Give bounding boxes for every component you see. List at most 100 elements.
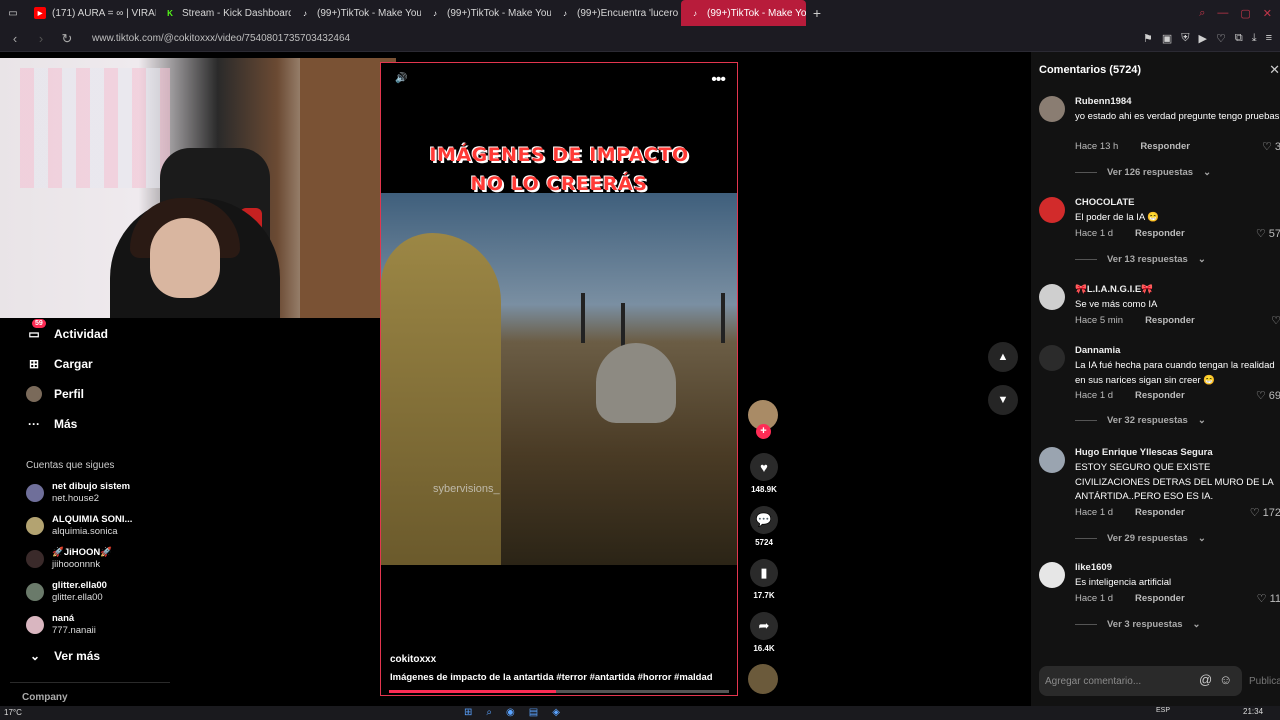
emoji-icon[interactable]: ☺ — [1219, 672, 1232, 687]
follow-plus-icon[interactable]: + — [756, 424, 771, 439]
avatar[interactable] — [1039, 562, 1065, 588]
url-field[interactable]: www.tiktok.com/@cokitoxxx/video/75408017… — [92, 33, 350, 44]
comment-username[interactable]: Hugo Enrique Yllescas Segura — [1075, 447, 1213, 458]
minimize-icon[interactable]: — — [1217, 7, 1228, 20]
mention-icon[interactable]: @ — [1199, 672, 1212, 687]
webcam-face — [150, 218, 220, 298]
volume-icon[interactable]: 🔊 — [395, 73, 407, 84]
comment-like-button[interactable]: ♡ — [1271, 314, 1280, 327]
next-video-button[interactable]: ▼ — [988, 385, 1018, 415]
save-button[interactable]: ▮ 17.7K — [749, 559, 779, 600]
video-more-icon[interactable]: ••• — [711, 71, 726, 89]
share-button[interactable]: ➦ 16.4K — [749, 612, 779, 653]
screenshot-icon[interactable]: ▣ — [1162, 32, 1172, 45]
comment-username[interactable]: like1609 — [1075, 562, 1112, 573]
avatar[interactable] — [1039, 345, 1065, 371]
browser-tab[interactable]: ♪ (99+)TikTok - Make Your — [291, 0, 421, 26]
comment-item: Hugo Enrique Yllescas Segura ESTOY SEGUR… — [1039, 447, 1280, 552]
music-disc[interactable] — [748, 664, 778, 694]
video-description: Imágenes de impacto de la antartida #ter… — [390, 672, 713, 683]
comment-username[interactable]: Dannamia — [1075, 345, 1120, 356]
play-icon[interactable]: ▶ — [1199, 32, 1207, 45]
browser-tab[interactable]: ▶ (171) AURA = ∞ | VIRAL — [26, 0, 156, 26]
avatar — [26, 616, 44, 634]
following-item[interactable]: ALQUIMIA SONI... alquimia.sonica — [26, 514, 132, 538]
following-item[interactable]: glitter.ella00 glitter.ella00 — [26, 580, 107, 604]
reply-button[interactable]: Responder — [1135, 390, 1185, 401]
bookmark-icon[interactable]: ⚑ — [1143, 32, 1153, 45]
view-replies-button[interactable]: Ver 3 respuestas ⌄ — [1075, 619, 1201, 630]
close-icon[interactable]: ✕ — [1269, 62, 1280, 78]
previous-video-button[interactable]: ▲ — [988, 342, 1018, 372]
weather-temp[interactable]: 17°C — [4, 708, 22, 717]
more-icon: ··· — [28, 417, 40, 431]
comment-input[interactable] — [1045, 672, 1190, 690]
shield-icon[interactable]: ⛨ — [1181, 32, 1189, 45]
comment-like-button[interactable]: ♡ 172 — [1250, 506, 1280, 519]
sidebar-item-perfil[interactable]: Perfil — [26, 386, 84, 402]
reply-button[interactable]: Responder — [1135, 228, 1185, 239]
comment-like-button[interactable]: ♡ 57 — [1256, 227, 1280, 240]
video-player[interactable]: IMÁGENES DE IMPACTO NO LO CREERÁS syberv… — [380, 62, 738, 696]
video-progress-bar[interactable] — [389, 690, 729, 693]
browser-tab[interactable]: K Stream - Kick Dashboard — [156, 0, 291, 26]
view-replies-button[interactable]: Ver 32 respuestas ⌄ — [1075, 415, 1206, 426]
avatar[interactable] — [1039, 96, 1065, 122]
restore-icon[interactable]: ▢ — [1240, 7, 1250, 20]
edge-icon[interactable]: ◉ — [506, 707, 515, 718]
reply-button[interactable]: Responder — [1145, 315, 1195, 326]
comment-meta: Hace 13 h Responder — [1075, 141, 1190, 152]
see-more-button[interactable]: ⌄ Ver más — [30, 649, 100, 663]
sidebar-item-cargar[interactable]: ⊞ Cargar — [26, 356, 93, 372]
new-tab-button[interactable]: + — [806, 5, 828, 21]
reload-icon[interactable]: ↻ — [60, 31, 74, 47]
comment-item: Dannamia La IA fué hecha para cuando ten… — [1039, 345, 1280, 435]
download-icon[interactable]: ⤓ — [1252, 32, 1257, 45]
start-icon[interactable]: ⊞ — [464, 707, 472, 718]
browser-tab[interactable]: ♪ (99+)TikTok - Make Yo — [681, 0, 806, 26]
menu-icon[interactable]: ≡ — [1266, 32, 1272, 45]
wallet-icon[interactable]: ⧉ — [1235, 32, 1243, 45]
sidebar-item-mas[interactable]: ··· Más — [26, 416, 77, 432]
back-icon[interactable]: ‹ — [8, 31, 22, 46]
reply-button[interactable]: Responder — [1135, 507, 1185, 518]
reply-button[interactable]: Responder — [1140, 141, 1190, 152]
publish-button[interactable]: Publicar — [1249, 676, 1280, 687]
avatar[interactable] — [1039, 447, 1065, 473]
like-button[interactable]: ♥ 148.9K — [749, 453, 779, 494]
following-item[interactable]: net dibujo sistem net.house2 — [26, 481, 130, 505]
palm-tree — [581, 293, 585, 343]
avatar[interactable] — [1039, 284, 1065, 310]
view-replies-button[interactable]: Ver 126 respuestas ⌄ — [1075, 167, 1211, 178]
comment-username[interactable]: Rubenn1984 — [1075, 96, 1132, 107]
comment-button[interactable]: 💬 5724 — [749, 506, 779, 547]
search-icon[interactable]: ⌕ — [486, 707, 492, 718]
language-indicator[interactable]: ESP — [1156, 707, 1170, 714]
comment-username[interactable]: 🎀L.I.A.N.G.I.E🎀 — [1075, 284, 1153, 295]
view-replies-button[interactable]: Ver 13 respuestas ⌄ — [1075, 254, 1206, 265]
browser-tab[interactable]: ♪ (99+)Encuentra 'lucero — [551, 0, 681, 26]
sidebar-toggle-icon[interactable]: ▭ — [0, 0, 26, 26]
sidebar-item-actividad[interactable]: ▭ 59 Actividad — [26, 319, 108, 342]
following-item[interactable]: 🚀JiHOON🚀 jiihooonnnk — [26, 547, 112, 571]
folder-icon[interactable]: ▤ — [529, 707, 538, 718]
video-author[interactable]: cokitoxxx — [390, 654, 436, 665]
comment-like-button[interactable]: ♡ 11 — [1257, 592, 1280, 605]
forward-icon[interactable]: › — [34, 31, 48, 46]
comment-username[interactable]: CHOCOLATE — [1075, 197, 1134, 208]
comment-like-button[interactable]: ♡ 3 — [1262, 140, 1280, 153]
sidebar-item-label: Perfil — [54, 387, 85, 401]
company-link[interactable]: Company — [22, 692, 68, 703]
search-icon[interactable]: ⌕ — [1199, 7, 1205, 20]
close-window-icon[interactable]: ✕ — [1263, 7, 1272, 20]
heart-icon[interactable]: ♡ — [1216, 32, 1226, 45]
following-item[interactable]: naná 777.nanaii — [26, 613, 96, 637]
view-replies-button[interactable]: Ver 29 respuestas ⌄ — [1075, 533, 1206, 544]
browser-tab[interactable]: ♪ (99+)TikTok - Make Your — [421, 0, 551, 26]
reply-button[interactable]: Responder — [1135, 593, 1185, 604]
clock[interactable]: 21:34 — [1243, 707, 1263, 716]
browser-icon[interactable]: ◈ — [552, 707, 560, 718]
avatar[interactable] — [1039, 197, 1065, 223]
browser-tab-bar: ▭ ▶ (171) AURA = ∞ | VIRAL K Stream - Kick … — [0, 0, 1280, 26]
comment-like-button[interactable]: ♡ 69 — [1256, 389, 1280, 402]
